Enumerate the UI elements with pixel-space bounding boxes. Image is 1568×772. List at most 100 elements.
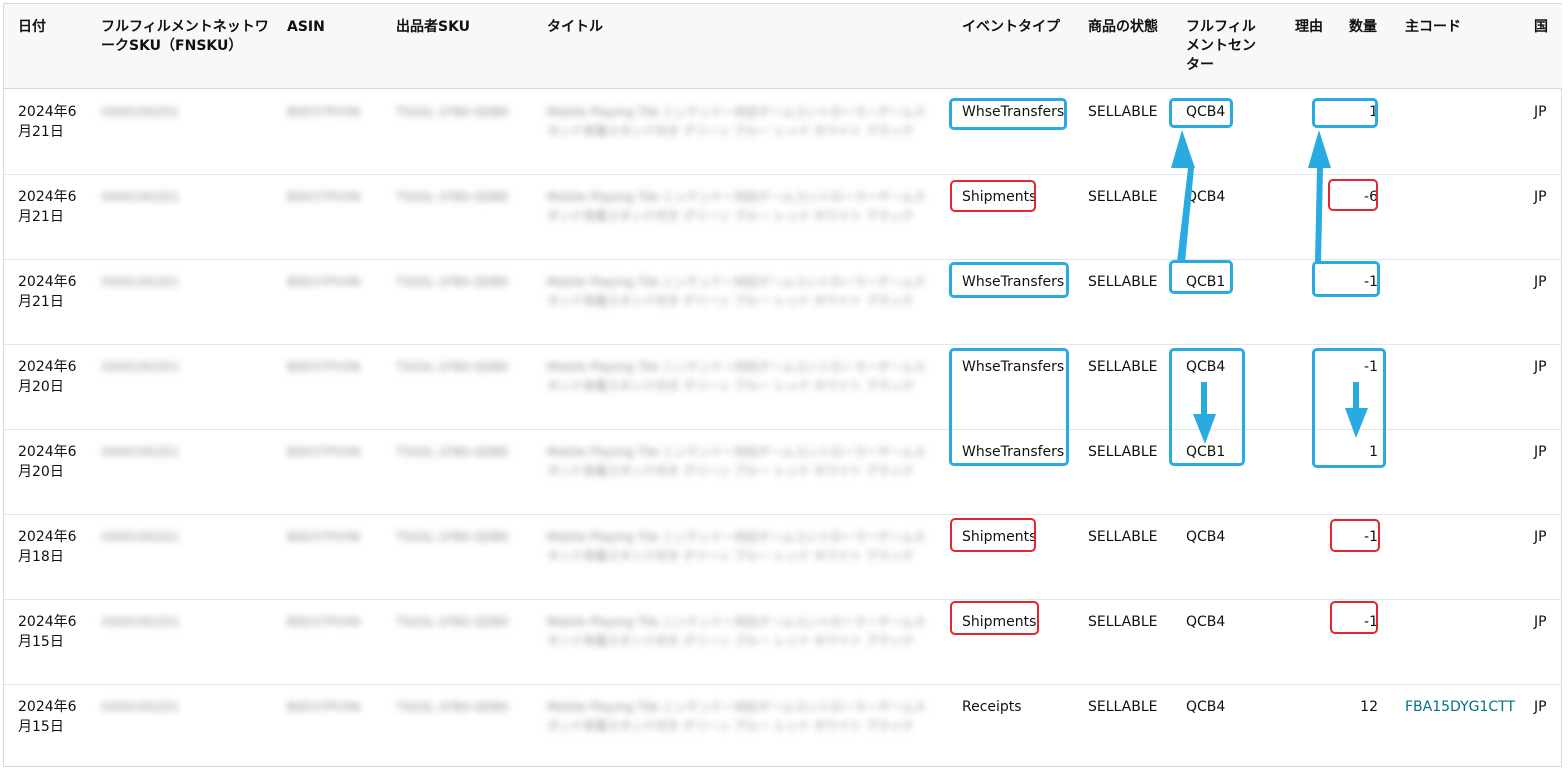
cell-fnsku-blurred: X00019S2D1 — [101, 530, 180, 544]
cell-disposition: SELLABLE — [1088, 359, 1158, 375]
cell-seller-sku-blurred: TSGSL-1FB0-QDB0 — [396, 275, 509, 289]
cell-event-type: Shipments — [962, 614, 1037, 630]
header-date[interactable]: 日付 — [18, 18, 46, 37]
header-reason[interactable]: 理由 — [1295, 18, 1323, 37]
cell-title-blurred: Mobile Playing Tile ニンテンドー対応ゲームコントローラーゲー… — [547, 360, 926, 393]
table-row: 2024年6月21日 X00019S2D1 B0D37PVXN TSGSL-1F… — [4, 174, 1562, 260]
cell-disposition: SELLABLE — [1088, 444, 1158, 460]
cell-seller-sku-blurred: TSGSL-1FB0-QDB0 — [396, 700, 509, 714]
cell-quantity: -1 — [1364, 614, 1378, 630]
cell-date: 2024年6月21日 — [18, 274, 77, 310]
cell-seller-sku-blurred: TSGSL-1FB0-QDB0 — [396, 530, 509, 544]
cell-asin-blurred: B0D37PVXN — [287, 360, 361, 374]
header-event-type[interactable]: イベントタイプ — [962, 18, 1060, 37]
cell-seller-sku-blurred: TSGSL-1FB0-QDB0 — [396, 190, 509, 204]
cell-event-type: WhseTransfers — [962, 274, 1065, 290]
inventory-ledger-page: 日付 フルフィルメントネットワークSKU（FNSKU） ASIN 出品者SKU … — [0, 0, 1568, 772]
cell-asin-blurred: B0D37PVXN — [287, 530, 361, 544]
cell-title-blurred: Mobile Playing Tile ニンテンドー対応ゲームコントローラーゲー… — [547, 275, 926, 308]
cell-disposition: SELLABLE — [1088, 699, 1158, 715]
table-row: 2024年6月20日 X00019S2D1 B0D37PVXN TSGSL-1F… — [4, 344, 1562, 430]
cell-event-type: WhseTransfers — [962, 359, 1065, 375]
header-disposition[interactable]: 商品の状態 — [1088, 18, 1158, 37]
cell-event-type: WhseTransfers — [962, 104, 1065, 120]
cell-asin-blurred: B0D37PVXN — [287, 615, 361, 629]
cell-country: JP — [1534, 444, 1547, 460]
cell-fnsku-blurred: X00019S2D1 — [101, 615, 180, 629]
cell-date: 2024年6月15日 — [18, 614, 77, 650]
cell-fulfillment-center: QCB4 — [1186, 104, 1226, 120]
table-row: 2024年6月21日 X00019S2D1 B0D37PVXN TSGSL-1F… — [4, 259, 1562, 345]
cell-seller-sku-blurred: TSGSL-1FB0-QDB0 — [396, 445, 509, 459]
cell-fulfillment-center: QCB4 — [1186, 699, 1226, 715]
cell-event-type: WhseTransfers — [962, 444, 1065, 460]
cell-event-type: Shipments — [962, 529, 1037, 545]
cell-fnsku-blurred: X00019S2D1 — [101, 275, 180, 289]
table-row: 2024年6月15日 X00019S2D1 B0D37PVXN TSGSL-1F… — [4, 599, 1562, 685]
cell-quantity: -1 — [1364, 359, 1378, 375]
table-row: 2024年6月18日 X00019S2D1 B0D37PVXN TSGSL-1F… — [4, 514, 1562, 600]
cell-country: JP — [1534, 359, 1547, 375]
cell-fnsku-blurred: X00019S2D1 — [101, 445, 180, 459]
cell-title-blurred: Mobile Playing Tile ニンテンドー対応ゲームコントローラーゲー… — [547, 190, 926, 223]
table-row: 2024年6月20日 X00019S2D1 B0D37PVXN TSGSL-1F… — [4, 429, 1562, 515]
cell-fulfillment-center: QCB4 — [1186, 189, 1226, 205]
cell-disposition: SELLABLE — [1088, 189, 1158, 205]
cell-seller-sku-blurred: TSGSL-1FB0-QDB0 — [396, 615, 509, 629]
header-quantity[interactable]: 数量 — [1349, 18, 1377, 37]
cell-fnsku-blurred: X00019S2D1 — [101, 700, 180, 714]
cell-quantity: -1 — [1364, 529, 1378, 545]
cell-disposition: SELLABLE — [1088, 104, 1158, 120]
cell-country: JP — [1534, 274, 1547, 290]
cell-title-blurred: Mobile Playing Tile ニンテンドー対応ゲームコントローラーゲー… — [547, 615, 926, 648]
header-fnsku[interactable]: フルフィルメントネットワークSKU（FNSKU） — [101, 18, 271, 56]
cell-fnsku-blurred: X00019S2D1 — [101, 105, 180, 119]
cell-country: JP — [1534, 614, 1547, 630]
table-header: 日付 フルフィルメントネットワークSKU（FNSKU） ASIN 出品者SKU … — [4, 4, 1562, 89]
cell-seller-sku-blurred: TSGSL-1FB0-QDB0 — [396, 360, 509, 374]
cell-asin-blurred: B0D37PVXN — [287, 190, 361, 204]
cell-quantity: 12 — [1360, 699, 1378, 715]
cell-country: JP — [1534, 529, 1547, 545]
cell-asin-blurred: B0D37PVXN — [287, 445, 361, 459]
cell-date: 2024年6月20日 — [18, 359, 77, 395]
header-title[interactable]: タイトル — [547, 18, 603, 37]
header-reference-id[interactable]: 主コード — [1405, 18, 1461, 37]
cell-title-blurred: Mobile Playing Tile ニンテンドー対応ゲームコントローラーゲー… — [547, 105, 926, 138]
cell-date: 2024年6月18日 — [18, 529, 77, 565]
header-asin[interactable]: ASIN — [287, 18, 325, 37]
cell-disposition: SELLABLE — [1088, 274, 1158, 290]
cell-asin-blurred: B0D37PVXN — [287, 275, 361, 289]
cell-event-type: Receipts — [962, 699, 1022, 715]
cell-date: 2024年6月15日 — [18, 699, 77, 735]
cell-quantity: 1 — [1369, 104, 1378, 120]
cell-fnsku-blurred: X00019S2D1 — [101, 360, 180, 374]
cell-disposition: SELLABLE — [1088, 614, 1158, 630]
cell-date: 2024年6月20日 — [18, 444, 77, 480]
cell-country: JP — [1534, 189, 1547, 205]
cell-title-blurred: Mobile Playing Tile ニンテンドー対応ゲームコントローラーゲー… — [547, 445, 926, 478]
cell-country: JP — [1534, 104, 1547, 120]
cell-quantity: -1 — [1364, 274, 1378, 290]
cell-reference-id-link[interactable]: FBA15DYG1CTT — [1405, 697, 1515, 717]
cell-date: 2024年6月21日 — [18, 189, 77, 225]
cell-asin-blurred: B0D37PVXN — [287, 105, 361, 119]
cell-country: JP — [1534, 699, 1547, 715]
cell-date: 2024年6月21日 — [18, 104, 77, 140]
cell-fulfillment-center: QCB4 — [1186, 359, 1226, 375]
cell-title-blurred: Mobile Playing Tile ニンテンドー対応ゲームコントローラーゲー… — [547, 700, 926, 733]
table-row: 2024年6月15日 X00019S2D1 B0D37PVXN TSGSL-1F… — [4, 684, 1562, 769]
cell-fnsku-blurred: X00019S2D1 — [101, 190, 180, 204]
header-seller-sku[interactable]: 出品者SKU — [396, 18, 470, 37]
cell-fulfillment-center: QCB4 — [1186, 529, 1226, 545]
cell-fulfillment-center: QCB1 — [1186, 274, 1226, 290]
cell-event-type: Shipments — [962, 189, 1037, 205]
cell-quantity: 1 — [1369, 444, 1378, 460]
header-fulfillment-center[interactable]: フルフィルメントセンター — [1186, 18, 1266, 75]
cell-quantity: -6 — [1364, 189, 1378, 205]
cell-asin-blurred: B0D37PVXN — [287, 700, 361, 714]
cell-fulfillment-center: QCB1 — [1186, 444, 1226, 460]
cell-disposition: SELLABLE — [1088, 529, 1158, 545]
header-country[interactable]: 国 — [1534, 18, 1548, 37]
cell-fulfillment-center: QCB4 — [1186, 614, 1226, 630]
